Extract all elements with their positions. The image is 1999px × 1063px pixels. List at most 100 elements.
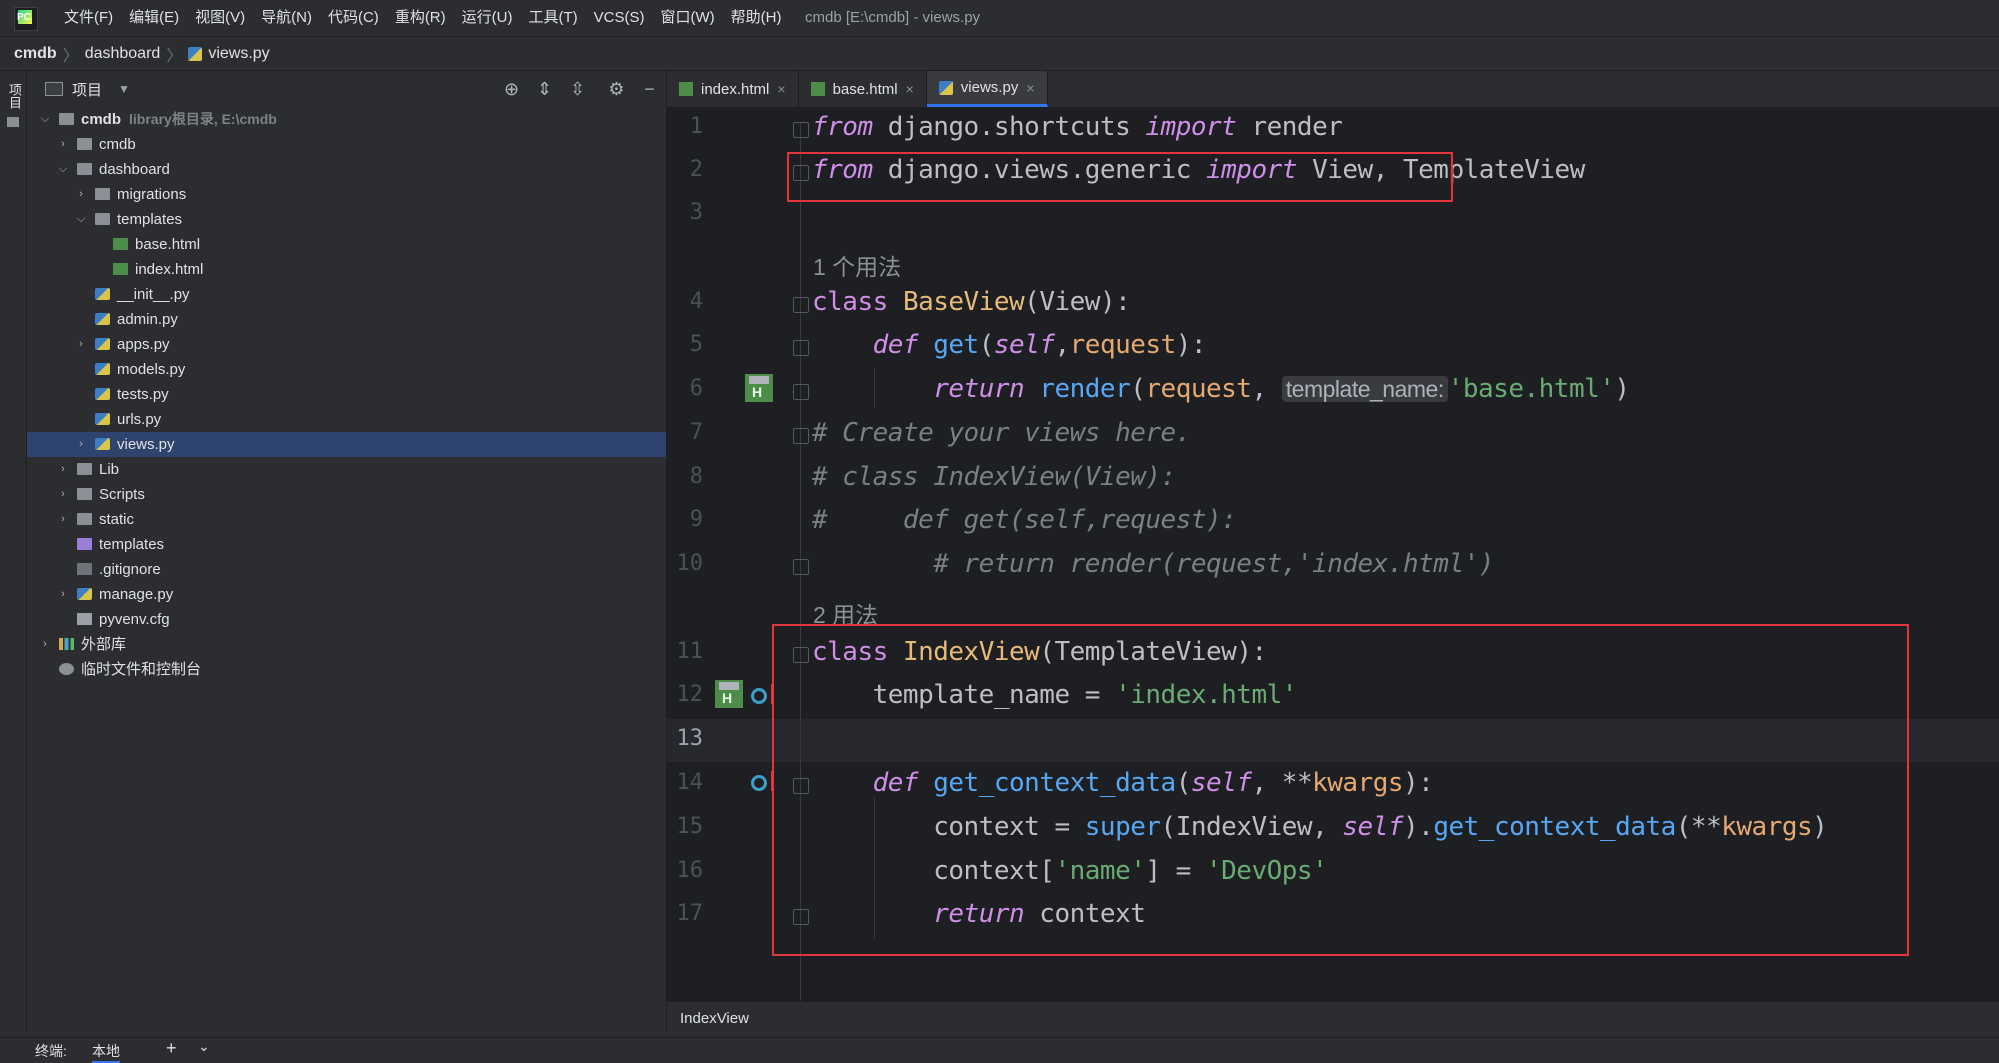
tree-item[interactable]: › Scripts bbox=[27, 482, 666, 507]
tree-item[interactable]: 临时文件和控制台 bbox=[27, 657, 666, 682]
tree-item[interactable]: tests.py bbox=[27, 382, 666, 407]
chevron-down-icon[interactable]: ⌵ bbox=[39, 107, 51, 132]
tab-index-html[interactable]: index.html × bbox=[667, 71, 799, 107]
line-number: 6 bbox=[689, 376, 703, 401]
chevron-right-icon[interactable]: › bbox=[57, 507, 69, 532]
tree-item[interactable]: __init__.py bbox=[27, 282, 666, 307]
menu-item-7[interactable]: 工具(T) bbox=[520, 0, 585, 36]
fold-marker-icon[interactable] bbox=[793, 122, 809, 138]
editor-breadcrumb-bar: IndexView bbox=[667, 1001, 1999, 1038]
folder-icon bbox=[77, 138, 92, 150]
locate-file-icon[interactable]: ⊕ bbox=[495, 79, 528, 100]
chevron-down-icon[interactable]: ⌄ bbox=[198, 1038, 210, 1055]
project-view-icon bbox=[45, 82, 63, 96]
chevron-right-icon[interactable]: › bbox=[57, 582, 69, 607]
gear-icon[interactable]: ⚙ bbox=[600, 79, 633, 100]
chevron-right-icon[interactable]: › bbox=[75, 332, 87, 357]
chevron-down-icon[interactable]: ⌵ bbox=[57, 157, 69, 182]
menu-item-10[interactable]: 帮助(H) bbox=[723, 0, 790, 36]
usage-hint[interactable]: 1 个用法 bbox=[813, 248, 901, 282]
tree-item[interactable]: base.html bbox=[27, 232, 666, 257]
override-icon[interactable] bbox=[751, 688, 767, 704]
code-editor[interactable]: 1 2 3 4 5 6 7 8 9 10 11 12 13 14 15 16 1… bbox=[667, 108, 1999, 1001]
tree-item[interactable]: › cmdb bbox=[27, 132, 666, 157]
python-file-icon bbox=[95, 413, 110, 425]
chevron-right-icon[interactable]: › bbox=[75, 182, 87, 207]
project-panel: 项目 ▼ ⊕ ⇕ ⇳ ⚙ − ⌵ cmdb library根目录, E:\cmdb ›… bbox=[27, 71, 667, 1031]
menu-item-1[interactable]: 编辑(E) bbox=[121, 0, 187, 36]
scratch-icon bbox=[59, 663, 74, 675]
tree-item[interactable]: templates bbox=[27, 532, 666, 557]
chevron-right-icon[interactable]: › bbox=[57, 132, 69, 157]
tree-item-label: views.py bbox=[117, 436, 175, 453]
expand-all-icon[interactable]: ⇕ bbox=[528, 79, 561, 100]
tree-item[interactable]: pyvenv.cfg bbox=[27, 607, 666, 632]
close-icon[interactable]: × bbox=[1026, 80, 1034, 96]
menu-item-3[interactable]: 导航(N) bbox=[253, 0, 320, 36]
chevron-right-icon[interactable]: › bbox=[57, 457, 69, 482]
project-panel-title[interactable]: 项目 bbox=[72, 79, 102, 100]
code-line-1: from django.shortcuts import render bbox=[812, 112, 1343, 142]
fold-marker-icon[interactable] bbox=[793, 428, 809, 444]
tree-item[interactable]: › 外部库 bbox=[27, 632, 666, 657]
tree-item[interactable]: ⌵ dashboard bbox=[27, 157, 666, 182]
chevron-right-icon[interactable]: › bbox=[39, 632, 51, 657]
menu-item-5[interactable]: 重构(R) bbox=[387, 0, 454, 36]
line-number: 13 bbox=[676, 726, 704, 751]
project-tool-button[interactable]: 项目 bbox=[5, 83, 24, 109]
chevron-right-icon: 〉 bbox=[166, 47, 183, 65]
chevron-down-icon[interactable]: ⌵ bbox=[75, 207, 87, 232]
add-terminal-button[interactable]: + bbox=[166, 1038, 177, 1059]
menu-item-8[interactable]: VCS(S) bbox=[586, 0, 653, 36]
line-number: 8 bbox=[689, 464, 703, 489]
tree-item-label: dashboard bbox=[99, 161, 170, 178]
breadcrumb-file[interactable]: views.py bbox=[208, 45, 269, 63]
tree-item-label: templates bbox=[99, 536, 165, 553]
html-template-gutter-icon[interactable] bbox=[745, 374, 773, 402]
chevron-down-icon[interactable]: ▼ bbox=[118, 82, 130, 96]
tree-item[interactable]: .gitignore bbox=[27, 557, 666, 582]
menu-item-4[interactable]: 代码(C) bbox=[320, 0, 387, 36]
python-file-icon bbox=[95, 313, 110, 325]
breadcrumb-project[interactable]: cmdb bbox=[14, 45, 57, 63]
fold-marker-icon[interactable] bbox=[793, 297, 809, 313]
folder-icon bbox=[77, 513, 92, 525]
tree-item[interactable]: urls.py bbox=[27, 407, 666, 432]
bottom-tool-bar: 终端: 本地 + ⌄ bbox=[0, 1037, 1999, 1063]
tree-item[interactable]: models.py bbox=[27, 357, 666, 382]
tree-item[interactable]: › static bbox=[27, 507, 666, 532]
terminal-tab-local[interactable]: 本地 bbox=[92, 1041, 120, 1063]
fold-marker-icon[interactable] bbox=[793, 384, 809, 400]
fold-marker-icon[interactable] bbox=[793, 559, 809, 575]
chevron-right-icon[interactable]: › bbox=[57, 482, 69, 507]
editor-breadcrumb-class[interactable]: IndexView bbox=[680, 1010, 749, 1027]
menu-item-9[interactable]: 窗口(W) bbox=[652, 0, 722, 36]
override-icon[interactable] bbox=[751, 775, 767, 791]
menu-item-0[interactable]: 文件(F) bbox=[56, 0, 121, 36]
tree-item[interactable]: ⌵ cmdb library根目录, E:\cmdb bbox=[27, 107, 666, 132]
tree-item[interactable]: › views.py bbox=[27, 432, 666, 457]
chevron-right-icon[interactable]: › bbox=[75, 432, 87, 457]
tree-item[interactable]: › apps.py bbox=[27, 332, 666, 357]
tree-item[interactable]: ⌵ templates bbox=[27, 207, 666, 232]
title-bar: PC 文件(F) 编辑(E) 视图(V) 导航(N) 代码(C) 重构(R) 运行(U) 工具… bbox=[0, 0, 1999, 37]
tree-item[interactable]: › manage.py bbox=[27, 582, 666, 607]
navigation-breadcrumb: cmdb 〉 dashboard 〉 views.py bbox=[0, 37, 1999, 71]
tab-base-html[interactable]: base.html × bbox=[799, 71, 927, 107]
pycharm-logo-icon: PC bbox=[14, 7, 38, 31]
tree-item[interactable]: admin.py bbox=[27, 307, 666, 332]
minimize-icon[interactable]: − bbox=[633, 79, 666, 100]
tree-item[interactable]: › migrations bbox=[27, 182, 666, 207]
close-icon[interactable]: × bbox=[777, 81, 785, 97]
collapse-all-icon[interactable]: ⇳ bbox=[561, 79, 594, 100]
menu-item-6[interactable]: 运行(U) bbox=[454, 0, 521, 36]
breadcrumb-folder[interactable]: dashboard bbox=[85, 45, 161, 63]
tree-item[interactable]: › Lib bbox=[27, 457, 666, 482]
menu-item-2[interactable]: 视图(V) bbox=[187, 0, 253, 36]
close-icon[interactable]: × bbox=[906, 81, 914, 97]
python-file-icon bbox=[95, 288, 110, 300]
html-template-gutter-icon[interactable] bbox=[715, 680, 743, 708]
fold-marker-icon[interactable] bbox=[793, 340, 809, 356]
tree-item[interactable]: index.html bbox=[27, 257, 666, 282]
tab-views-py[interactable]: views.py × bbox=[926, 71, 1048, 107]
